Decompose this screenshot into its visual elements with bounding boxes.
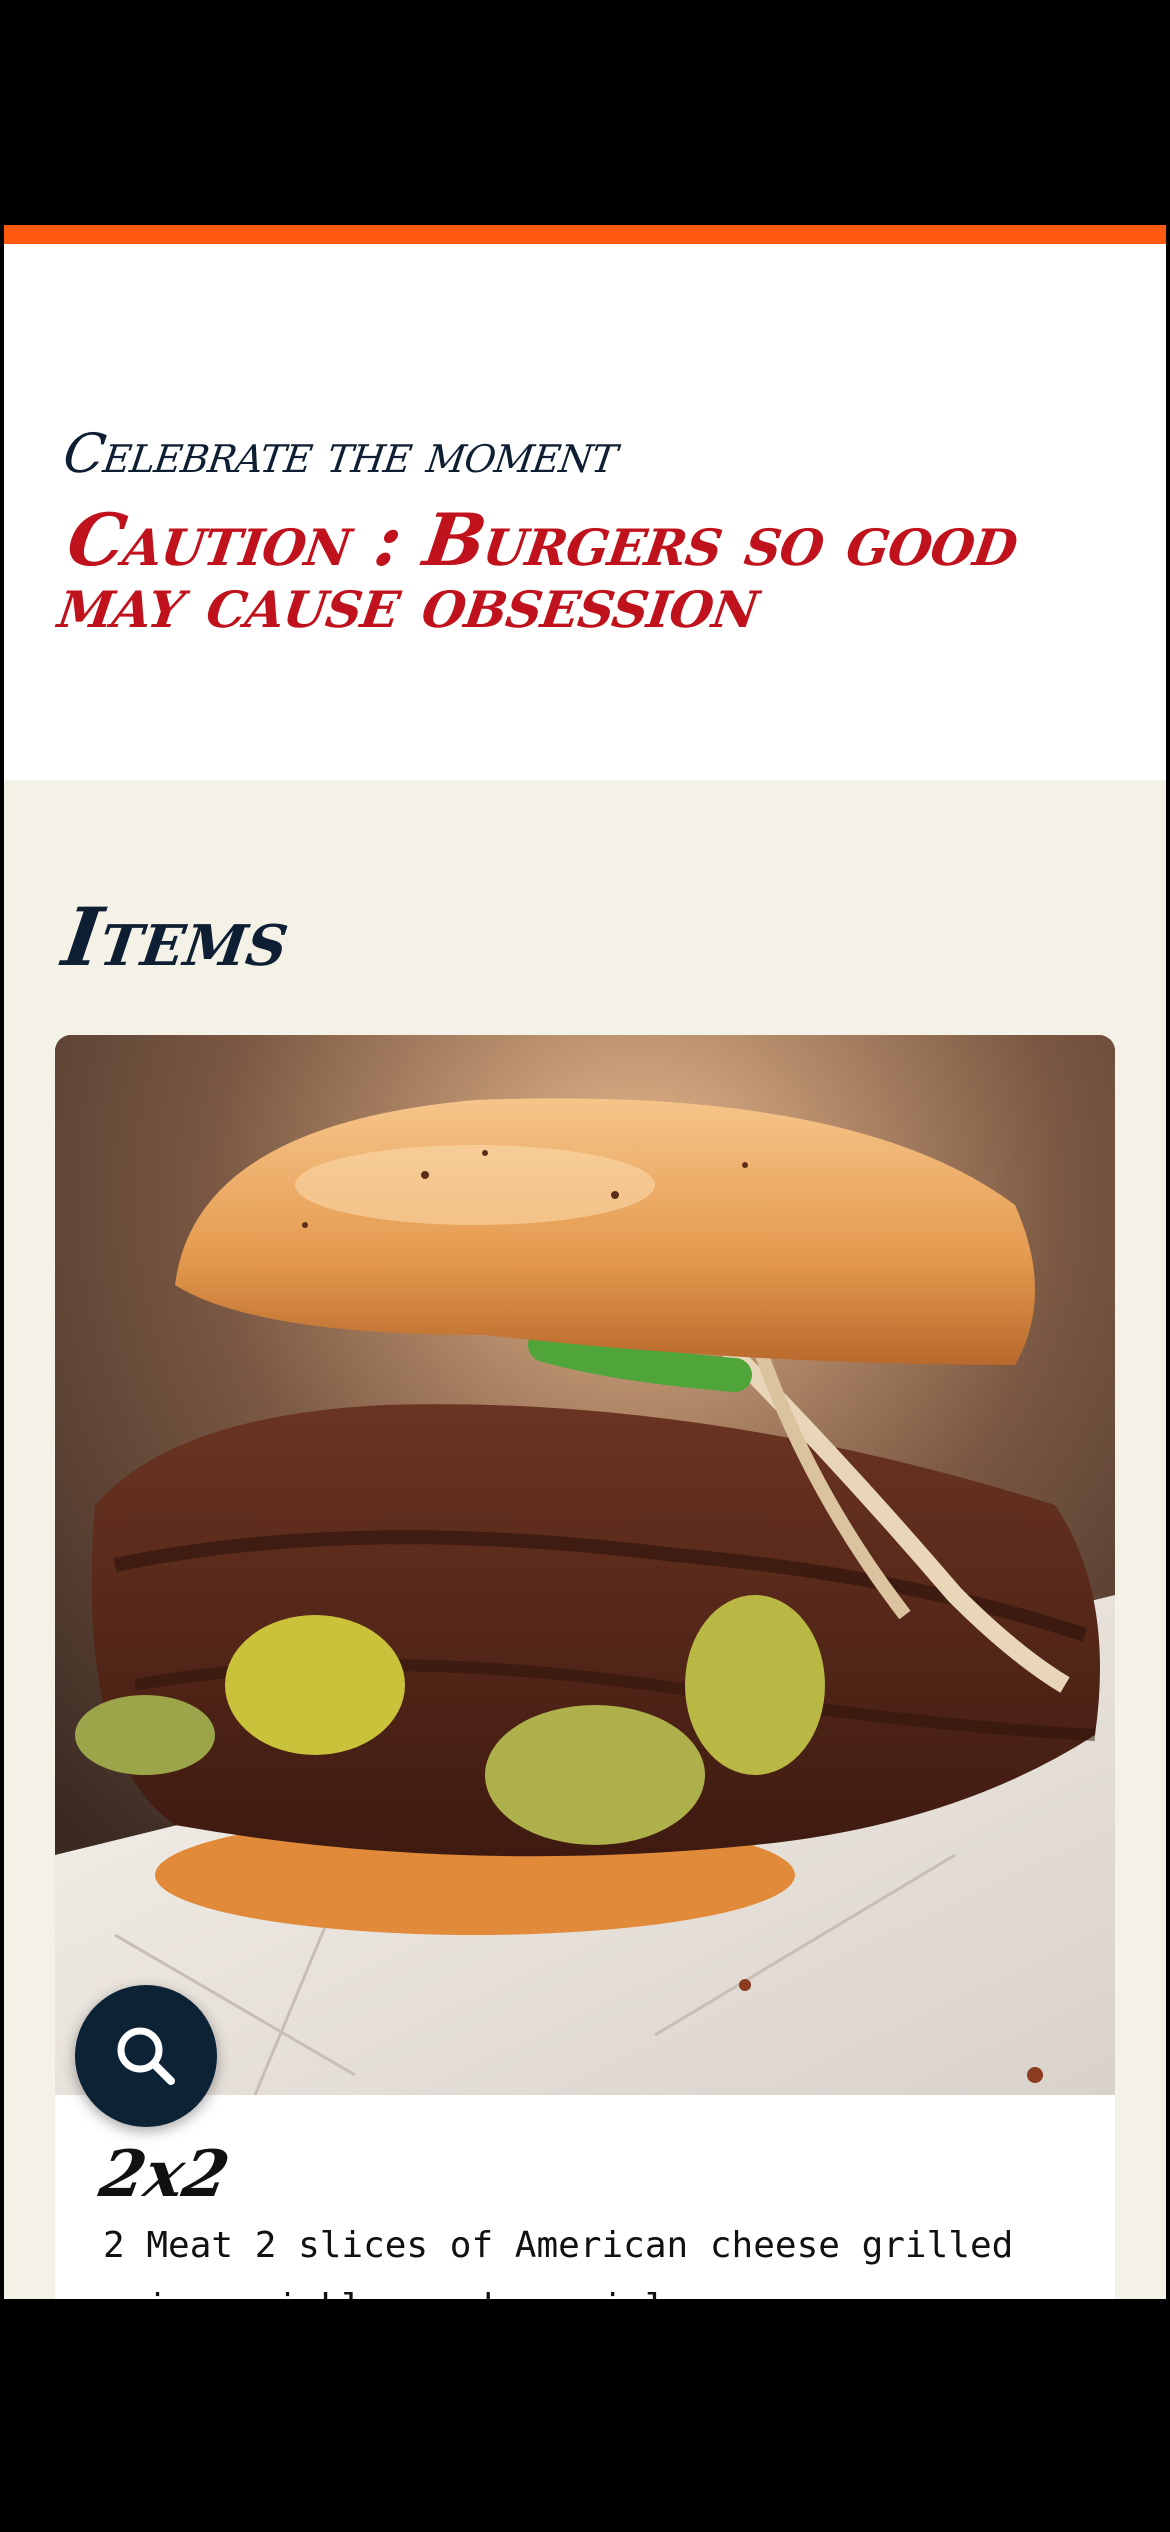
- item-name: 2x2: [94, 2137, 235, 2212]
- pickle-slice: [485, 1705, 705, 1845]
- search-icon: [117, 2027, 175, 2085]
- pickle-slice: [225, 1615, 405, 1755]
- item-description: 2 Meat 2 slices of American cheese grill…: [103, 2225, 1014, 2299]
- items-title: Items: [57, 890, 295, 984]
- hero-kicker: Celebrate the moment: [59, 422, 622, 485]
- pickle-slice: [75, 1695, 215, 1775]
- accent-bar: [4, 225, 1166, 244]
- zoom-button[interactable]: [75, 1985, 217, 2127]
- menu-item-card[interactable]: 2x2 2 Meat 2 slices of American cheese g…: [55, 1035, 1115, 2299]
- burger-photo[interactable]: [55, 1035, 1115, 2095]
- hero-section: Celebrate the moment Caution : Burgers s…: [4, 244, 1166, 780]
- items-section: Items 2x2 2 Meat 2 slices of American ch…: [4, 780, 1166, 2299]
- pickle-slice: [685, 1595, 825, 1775]
- hero-headline: Caution : Burgers so good may cause obse…: [53, 497, 1024, 644]
- app-screen: Celebrate the moment Caution : Burgers s…: [0, 225, 1170, 2299]
